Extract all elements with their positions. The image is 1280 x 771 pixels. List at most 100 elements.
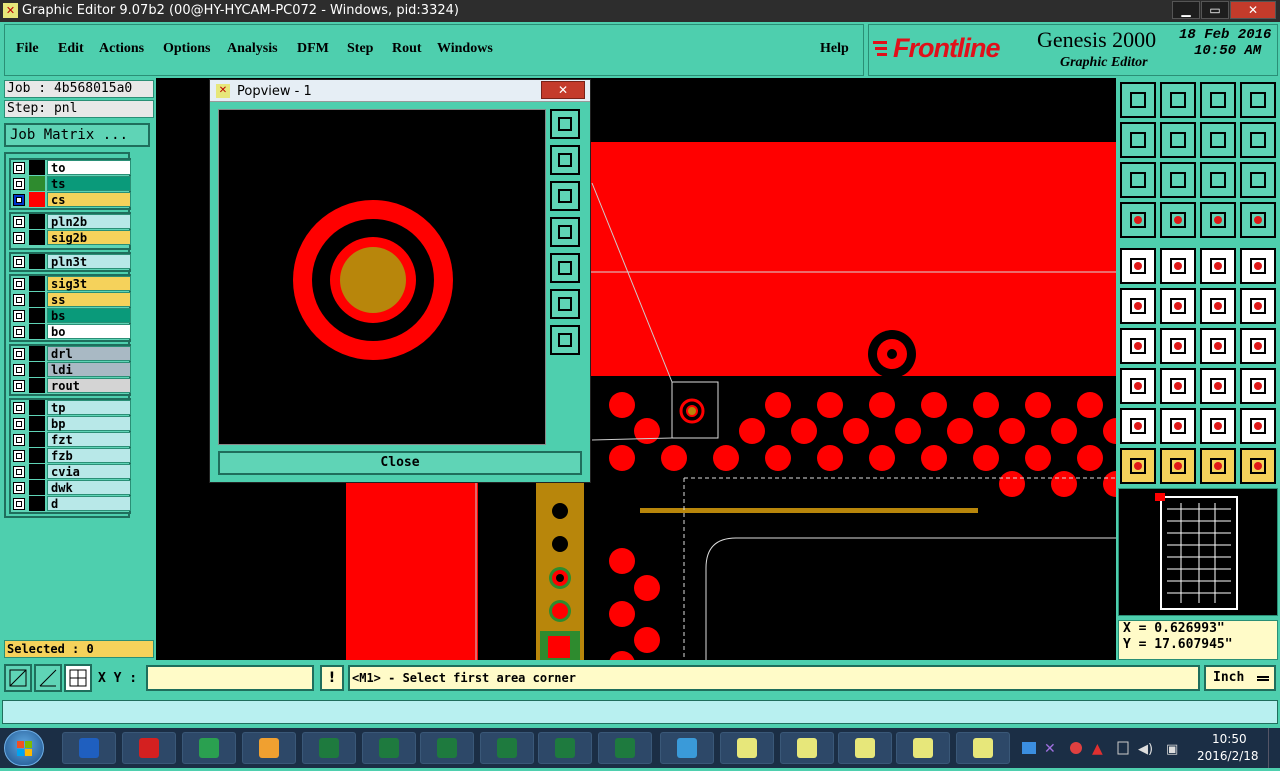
- layer-checkbox[interactable]: [13, 294, 25, 306]
- eye-app-icon[interactable]: [660, 732, 714, 764]
- draw-diagonal-icon[interactable]: [1160, 328, 1196, 364]
- layer-name[interactable]: ss: [47, 292, 131, 307]
- layer-checkbox[interactable]: [13, 466, 25, 478]
- tray-time[interactable]: 10:50: [1212, 732, 1247, 746]
- layer-checkbox[interactable]: [13, 216, 25, 228]
- pop-down-icon[interactable]: [550, 181, 580, 211]
- select-arrow-icon[interactable]: [1120, 448, 1156, 484]
- app-red-g-icon[interactable]: [122, 732, 176, 764]
- polygon-arc-icon[interactable]: [1200, 408, 1236, 444]
- layer-select-icon[interactable]: [1240, 202, 1276, 238]
- layer-checkbox[interactable]: [13, 482, 25, 494]
- layer-row-fzb[interactable]: fzb: [11, 448, 131, 463]
- layer-checkbox[interactable]: [13, 498, 25, 510]
- fit-icon[interactable]: [1240, 122, 1276, 158]
- menu-dfm[interactable]: DFM: [297, 41, 329, 57]
- connect-pads-icon[interactable]: [1120, 288, 1156, 324]
- excel-icon-6[interactable]: [598, 732, 652, 764]
- select-arrow-box-icon[interactable]: [1160, 448, 1196, 484]
- layer-name[interactable]: pln2b: [47, 214, 131, 229]
- layer-row-ts[interactable]: ts: [11, 176, 131, 191]
- zoom-in-icon[interactable]: [1120, 162, 1156, 198]
- menu-help[interactable]: Help: [820, 41, 849, 57]
- layer-name[interactable]: bo: [47, 324, 131, 339]
- popview-canvas[interactable]: [218, 109, 546, 445]
- menu-step[interactable]: Step: [347, 41, 373, 57]
- layer-checkbox[interactable]: [13, 402, 25, 414]
- pop-up-icon[interactable]: [550, 145, 580, 175]
- zoom-down-icon[interactable]: [1160, 82, 1196, 118]
- select-arrow-circle-icon[interactable]: [1200, 448, 1236, 484]
- polygon-wave-icon[interactable]: [1240, 408, 1276, 444]
- layer-checkbox[interactable]: [13, 256, 25, 268]
- snap-icon[interactable]: [34, 664, 62, 692]
- arc-rotate-icon[interactable]: [1200, 328, 1236, 364]
- layer-name[interactable]: d: [47, 496, 131, 511]
- overview-map[interactable]: [1118, 488, 1278, 616]
- layer-name[interactable]: cs: [47, 192, 131, 207]
- layer-feature-icon[interactable]: [1200, 202, 1236, 238]
- popview-window[interactable]: ✕ Popview - 1 ✕ Close: [209, 79, 591, 483]
- layer-row-rout[interactable]: rout: [11, 378, 131, 393]
- layer-checkbox[interactable]: [13, 348, 25, 360]
- group-icon[interactable]: [1240, 368, 1276, 404]
- menu-windows[interactable]: Windows: [437, 41, 493, 57]
- menu-actions[interactable]: Actions: [99, 41, 144, 57]
- add-feature-icon[interactable]: [1120, 368, 1156, 404]
- maximize-button[interactable]: ▭: [1201, 1, 1229, 19]
- layer-name[interactable]: sig2b: [47, 230, 131, 245]
- app-green-p-icon[interactable]: [182, 732, 236, 764]
- scale-1to2-icon[interactable]: [1200, 162, 1236, 198]
- add-line-icon[interactable]: [1160, 248, 1196, 284]
- layer-name[interactable]: ts: [47, 176, 131, 191]
- layer-checkbox[interactable]: [13, 450, 25, 462]
- layer-name[interactable]: rout: [47, 378, 131, 393]
- hole-icon[interactable]: [1240, 248, 1276, 284]
- layer-row-to[interactable]: to: [11, 160, 131, 175]
- layer-checkbox[interactable]: [13, 326, 25, 338]
- layer-checkbox[interactable]: [13, 162, 25, 174]
- show-desktop-button[interactable]: [1268, 728, 1280, 768]
- layer-name[interactable]: dwk: [47, 480, 131, 495]
- layer-row-pln3t[interactable]: pln3t: [11, 254, 131, 269]
- zoom-out-icon[interactable]: [1160, 162, 1196, 198]
- layer-name[interactable]: sig3t: [47, 276, 131, 291]
- mirror-icon[interactable]: [1240, 328, 1276, 364]
- pop-zoom-out-icon[interactable]: [550, 325, 580, 355]
- resize-icon[interactable]: [1200, 368, 1236, 404]
- grid-icon[interactable]: [64, 664, 92, 692]
- popview-close-button[interactable]: Close: [218, 451, 582, 475]
- zoom-home-icon[interactable]: [1120, 82, 1156, 118]
- zoom-area-icon[interactable]: [4, 664, 32, 692]
- layer-checkbox[interactable]: [13, 380, 25, 392]
- system-tray-icons[interactable]: ✕ ▲ ◀) ▣: [1020, 738, 1190, 758]
- copy-pad-icon[interactable]: [1240, 288, 1276, 324]
- job-matrix-button[interactable]: Job Matrix ...: [4, 123, 150, 147]
- layer-checkbox[interactable]: [13, 278, 25, 290]
- layer-row-cs[interactable]: cs: [11, 192, 131, 207]
- excel-icon-1[interactable]: [302, 732, 356, 764]
- layer-row-d[interactable]: d: [11, 496, 131, 511]
- pop-zoom-in-icon[interactable]: [550, 289, 580, 319]
- layer-row-cvia[interactable]: cvia: [11, 464, 131, 479]
- layer-name[interactable]: drl: [47, 346, 131, 361]
- layer-name[interactable]: fzb: [47, 448, 131, 463]
- close-window-button[interactable]: ✕: [1230, 1, 1276, 19]
- move-pad-icon[interactable]: [1200, 288, 1236, 324]
- layer-name[interactable]: tp: [47, 400, 131, 415]
- layer-row-ldi[interactable]: ldi: [11, 362, 131, 377]
- polygon-cursor-icon[interactable]: [1160, 408, 1196, 444]
- layer-name[interactable]: bp: [47, 416, 131, 431]
- genesis-window-icon-5[interactable]: [956, 732, 1010, 764]
- pop-fit-icon[interactable]: [550, 109, 580, 139]
- genesis-window-icon-2[interactable]: [780, 732, 834, 764]
- select-arrow-tree-icon[interactable]: [1240, 448, 1276, 484]
- layer-row-fzt[interactable]: fzt: [11, 432, 131, 447]
- layer-checkbox[interactable]: [13, 310, 25, 322]
- display-mode-icon[interactable]: [1120, 202, 1156, 238]
- popview-close-icon[interactable]: ✕: [541, 81, 585, 99]
- layer-row-sig2b[interactable]: sig2b: [11, 230, 131, 245]
- zoom-house-icon[interactable]: [1200, 82, 1236, 118]
- tray-date[interactable]: 2016/2/18: [1197, 749, 1259, 763]
- layer-row-bo[interactable]: bo: [11, 324, 131, 339]
